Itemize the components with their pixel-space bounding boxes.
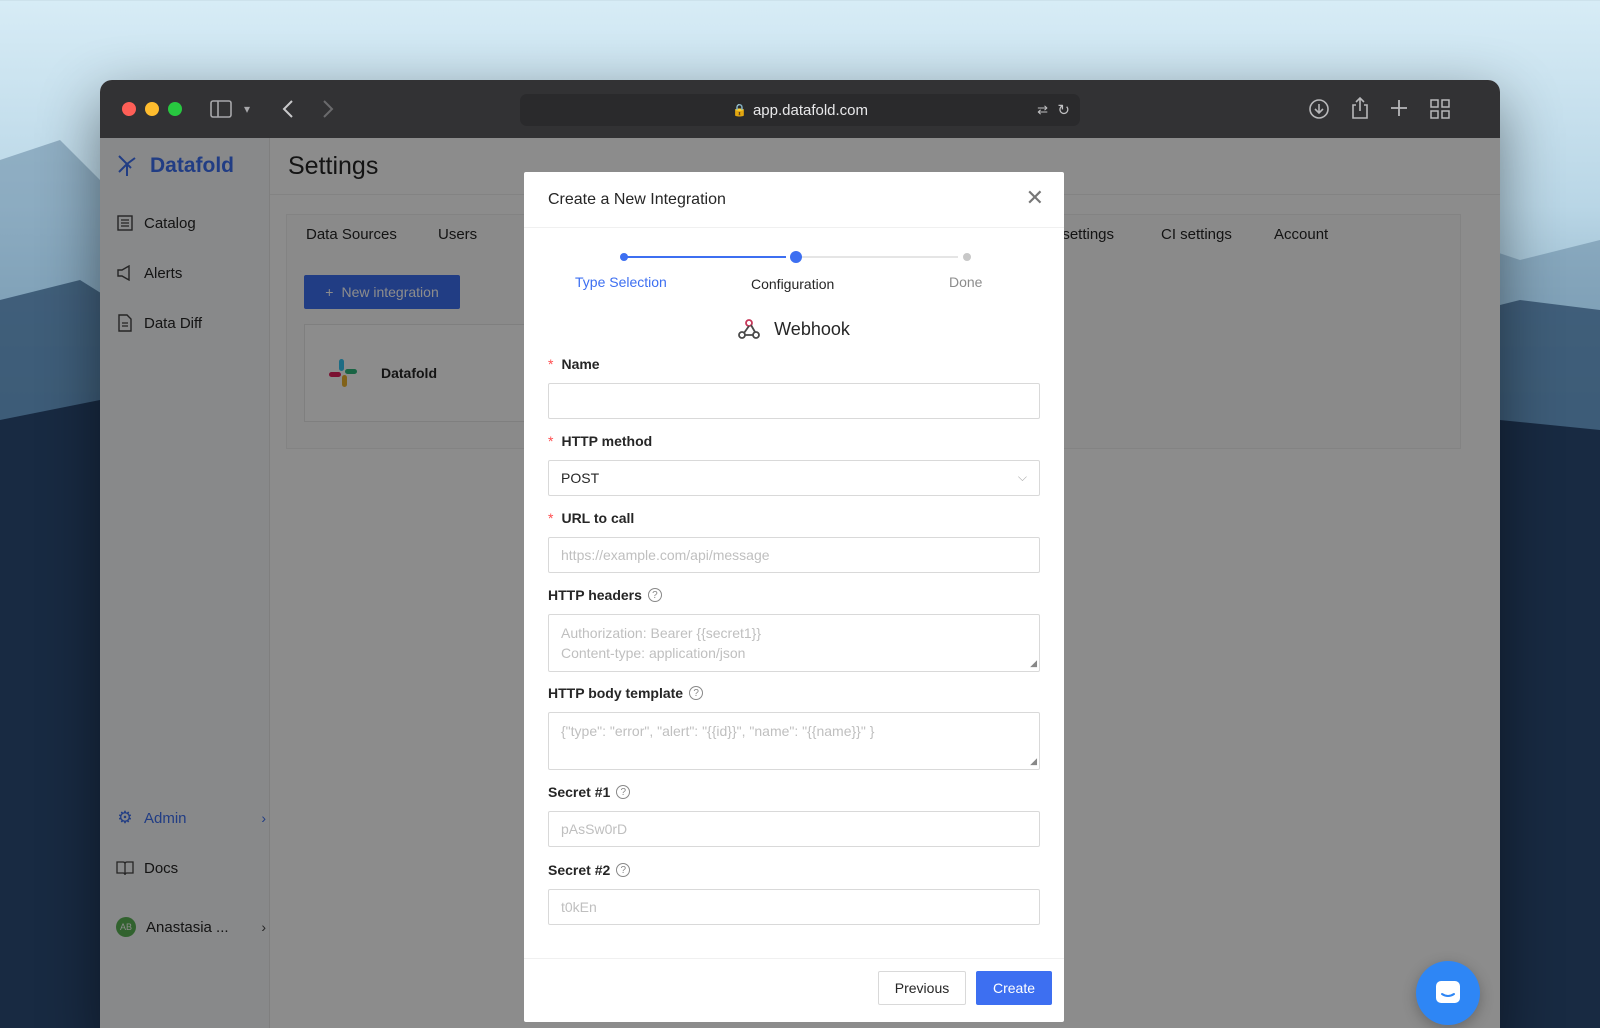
- secret2-label-text: Secret #2: [548, 862, 611, 878]
- integration-type-header: Webhook: [524, 318, 1064, 340]
- secret1-label: Secret #1 ?: [548, 784, 631, 800]
- required-marker: *: [548, 433, 554, 449]
- secret1-input[interactable]: pAsSw0rD: [548, 811, 1040, 847]
- minimize-window-button[interactable]: [145, 102, 159, 116]
- webhook-icon: [738, 319, 761, 339]
- create-button[interactable]: Create: [976, 971, 1052, 1005]
- create-integration-modal: Create a New Integration ✕ Type Selectio…: [524, 172, 1064, 1022]
- browser-toolbar: ▾ 🔒 app.datafold.com ⇄ ↻: [100, 80, 1500, 138]
- secret2-label: Secret #2 ?: [548, 862, 631, 878]
- url-label: * URL to call: [548, 510, 634, 526]
- lock-icon: 🔒: [731, 103, 747, 117]
- steps: Type Selection Configuration Done: [524, 244, 1064, 294]
- http-headers-textarea[interactable]: Authorization: Bearer {{secret1}} Conten…: [548, 614, 1040, 672]
- back-icon[interactable]: [282, 99, 294, 119]
- http-body-textarea[interactable]: {"type": "error", "alert": "{{id}}", "na…: [548, 712, 1040, 770]
- reload-icon[interactable]: ↻: [1057, 101, 1070, 119]
- http-headers-label-text: HTTP headers: [548, 587, 642, 603]
- modal-header: Create a New Integration ✕: [524, 172, 1064, 228]
- http-body-label-text: HTTP body template: [548, 685, 684, 701]
- resize-handle-icon[interactable]: ◢: [1030, 756, 1037, 767]
- modal-footer: Previous Create: [524, 958, 1064, 1022]
- required-marker: *: [548, 510, 554, 526]
- integration-type-label: Webhook: [774, 318, 850, 339]
- http-headers-label: HTTP headers ?: [548, 587, 662, 603]
- secret2-input[interactable]: t0kEn: [548, 889, 1040, 925]
- chat-widget-button[interactable]: [1416, 961, 1480, 1025]
- modal-title: Create a New Integration: [548, 191, 726, 208]
- chevron-down-icon[interactable]: ▾: [244, 100, 250, 118]
- chat-icon: [1436, 981, 1460, 1003]
- help-icon[interactable]: ?: [647, 588, 662, 602]
- secret1-label-text: Secret #1: [548, 784, 611, 800]
- step-dot-type-selection: [620, 253, 628, 261]
- close-window-button[interactable]: [122, 102, 136, 116]
- step-remaining-line: [796, 256, 958, 258]
- secret1-placeholder: pAsSw0rD: [561, 821, 628, 837]
- headers-placeholder-line: Content-type: application/json: [561, 645, 746, 661]
- download-icon[interactable]: [1308, 98, 1330, 120]
- http-body-label: HTTP body template ?: [548, 685, 704, 701]
- help-icon[interactable]: ?: [689, 686, 704, 700]
- http-method-label: * HTTP method: [548, 433, 652, 449]
- name-label: * Name: [548, 356, 600, 372]
- body-placeholder: {"type": "error", "alert": "{{id}}", "na…: [561, 723, 875, 739]
- step-type-selection[interactable]: Type Selection: [575, 274, 667, 290]
- required-marker: *: [548, 356, 554, 372]
- browser-window: ▾ 🔒 app.datafold.com ⇄ ↻ Datafold Catalo…: [100, 80, 1500, 1028]
- url-placeholder: https://example.com/api/message: [561, 547, 770, 563]
- help-icon[interactable]: ?: [616, 785, 631, 799]
- tab-overview-icon[interactable]: [1430, 99, 1450, 119]
- step-done: Done: [949, 274, 983, 290]
- http-method-value: POST: [561, 470, 600, 486]
- headers-placeholder-line: Authorization: Bearer {{secret1}}: [561, 625, 762, 641]
- window-controls: [122, 102, 182, 116]
- name-input[interactable]: [548, 383, 1040, 419]
- http-method-label-text: HTTP method: [561, 433, 653, 449]
- address-bar[interactable]: 🔒 app.datafold.com ⇄ ↻: [520, 94, 1080, 126]
- chevron-down-icon: ⌵: [1017, 470, 1027, 484]
- forward-icon[interactable]: [322, 99, 334, 119]
- resize-handle-icon[interactable]: ◢: [1030, 658, 1037, 669]
- close-icon[interactable]: ✕: [1026, 186, 1044, 210]
- translate-icon[interactable]: ⇄: [1037, 102, 1048, 118]
- step-dot-configuration: [790, 251, 802, 263]
- secret2-placeholder: t0kEn: [561, 899, 597, 915]
- sidebar-toggle-icon[interactable]: [210, 100, 232, 118]
- help-icon[interactable]: ?: [616, 863, 631, 877]
- name-label-text: Name: [561, 356, 600, 372]
- url-input[interactable]: https://example.com/api/message: [548, 537, 1040, 573]
- previous-button[interactable]: Previous: [878, 971, 966, 1005]
- maximize-window-button[interactable]: [168, 102, 182, 116]
- step-configuration: Configuration: [751, 276, 835, 292]
- http-method-select[interactable]: POST ⌵: [548, 460, 1040, 496]
- step-progress-line: [624, 256, 786, 258]
- url-text: app.datafold.com: [752, 101, 869, 119]
- share-icon[interactable]: [1350, 96, 1370, 120]
- url-label-text: URL to call: [561, 510, 635, 526]
- step-dot-done: [963, 253, 971, 261]
- new-tab-icon[interactable]: [1390, 99, 1408, 117]
